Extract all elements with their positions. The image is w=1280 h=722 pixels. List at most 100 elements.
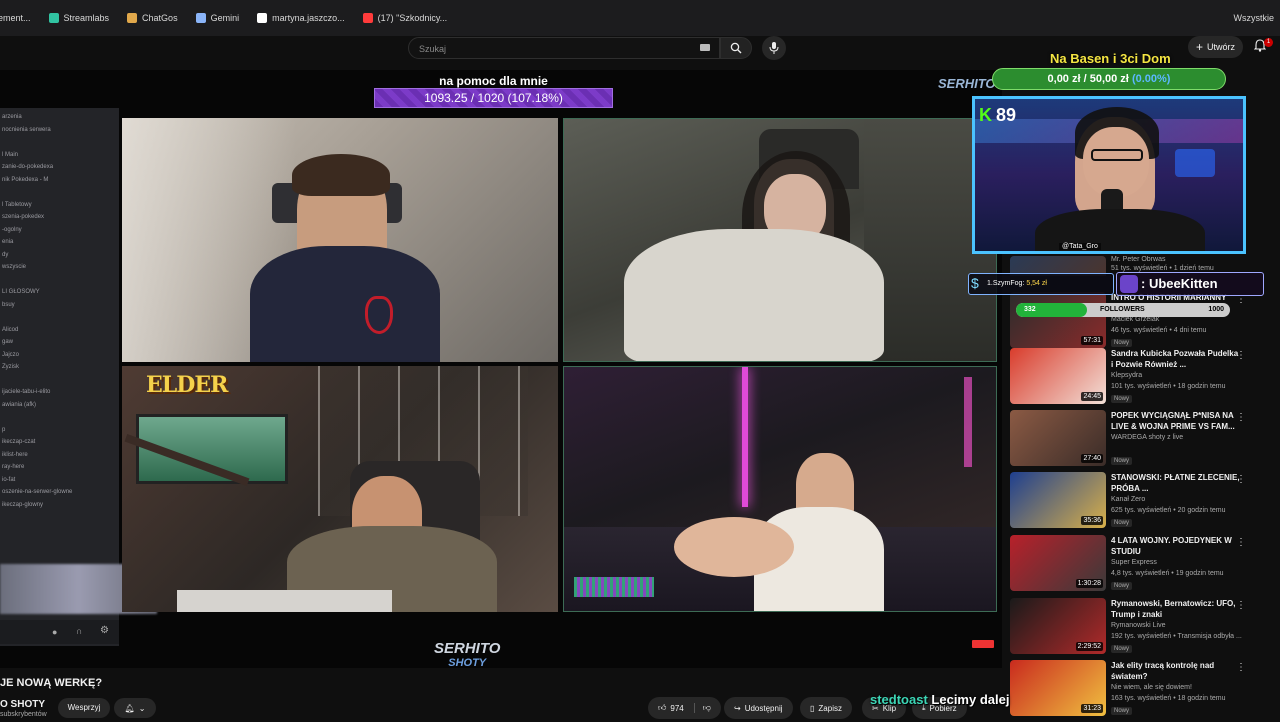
- serhito-shoty-logo: SERHITO SHOTY: [434, 641, 500, 670]
- new-badge: Nowy: [1111, 519, 1133, 527]
- save-button[interactable]: ▯ Zapisz: [800, 697, 852, 719]
- recommendation-item[interactable]: 27:40 POPEK WYCIĄGNĄŁ P*NISA NA LIVE & WO…: [1010, 410, 1272, 472]
- create-button[interactable]: + Utwórz: [1188, 36, 1244, 58]
- duration-badge: 2:29:52: [1075, 642, 1103, 651]
- recommendation-channel: Klepsydra: [1111, 372, 1143, 379]
- plus-icon: +: [1196, 40, 1204, 54]
- microphone-icon: [769, 42, 779, 54]
- recommendation-item[interactable]: 31:23 Jak elity tracą kontrolę nad świate…: [1010, 660, 1272, 722]
- recommendation-meta: 4,8 tys. wyświetleń • 19 godzin temu: [1111, 570, 1224, 577]
- donation-goal-title: Na Basen i 3ci Dom: [1050, 51, 1171, 66]
- bell-icon: 🔔︎: [124, 703, 135, 713]
- discord-channel-item: nocnienia serwera: [2, 126, 51, 133]
- voice-search-button[interactable]: [762, 36, 786, 60]
- more-options-icon[interactable]: ⋮: [1236, 474, 1246, 485]
- discord-channel-item: bsuy: [2, 301, 15, 308]
- recommendation-channel: Nie wiem, ale się dowiem!: [1111, 684, 1192, 691]
- donation-goal-bar: 0,00 zł / 50,00 zł (0.00%): [992, 68, 1226, 90]
- discord-channel-item: Alicod: [2, 326, 19, 333]
- recommendation-title: POPEK WYCIĄGNĄŁ P*NISA NA LIVE & WOJNA P…: [1111, 411, 1235, 431]
- duration-badge: 31:23: [1081, 704, 1103, 713]
- search-button[interactable]: [720, 37, 752, 59]
- share-label: Udostępnij: [744, 703, 783, 713]
- video-thumbnail[interactable]: 27:40: [1010, 410, 1106, 466]
- follower-name: : UbeeKitten: [1141, 276, 1218, 291]
- recommendation-title: 4 LATA WOJNY. POJEDYNEK W STUDIU: [1111, 536, 1232, 556]
- notification-count-badge: 1: [1264, 38, 1273, 47]
- recommendation-title: STANOWSKI: PŁATNE ZLECENIE, PRÓBA ...: [1111, 473, 1240, 493]
- bookmark-label: ChatGos: [142, 13, 178, 23]
- bookmark-item[interactable]: Gemini: [195, 13, 239, 23]
- video-thumbnail[interactable]: 24:45: [1010, 348, 1106, 404]
- settings-gear-icon: ⚙: [100, 625, 109, 636]
- duration-badge: 35:36: [1081, 516, 1103, 525]
- chat-message-overlay: stedtoast Lecimy dalej: [870, 692, 1009, 707]
- video-thumbnail[interactable]: 57:31: [1010, 292, 1106, 348]
- video-thumbnail[interactable]: 1:30:28: [1010, 535, 1106, 591]
- like-count: 974: [670, 703, 684, 713]
- discord-channel-item: l Tabletowy: [2, 201, 32, 208]
- discord-channel-item: szenia-pokedex: [2, 214, 45, 220]
- video-thumbnail[interactable]: 31:23: [1010, 660, 1106, 716]
- recommendation-item[interactable]: 57:31INTRO O HISTORII MARIANNY SCHREIBER…: [1010, 292, 1272, 354]
- bookmark-item[interactable]: ement...: [0, 13, 31, 23]
- flag-icon: [972, 640, 994, 648]
- all-bookmarks-link[interactable]: Wszystkie: [1234, 13, 1275, 23]
- discord-user-panel: ● ∩ ⚙: [0, 620, 119, 644]
- duration-badge: 1:30:28: [1075, 579, 1103, 588]
- discord-channel-item: arzenia: [2, 114, 22, 120]
- glasses: [1091, 149, 1143, 161]
- share-icon: ↪: [734, 703, 741, 713]
- recommendation-item[interactable]: 35:36 STANOWSKI: PŁATNE ZLECENIE, PRÓBA .…: [1010, 472, 1272, 534]
- headphones-icon: ∩: [76, 626, 83, 636]
- video-thumbnail[interactable]: 2:29:52: [1010, 598, 1106, 654]
- bookmark-item[interactable]: ChatGos: [127, 13, 178, 23]
- bookmark-item[interactable]: (17) "Szkodnicy...: [362, 13, 447, 23]
- share-button[interactable]: ↪ Udostępnij: [724, 697, 793, 719]
- duration-badge: 24:45: [1081, 392, 1103, 401]
- chat-message: Lecimy dalej: [931, 692, 1010, 707]
- followers-goal: 1000: [1208, 306, 1224, 313]
- bookmark-label: ement...: [0, 13, 31, 23]
- more-options-icon[interactable]: ⋮: [1236, 600, 1246, 611]
- channel-name[interactable]: O SHOTY: [0, 699, 45, 710]
- tip-user: 1.SzymFog:: [987, 280, 1025, 287]
- discord-channel-item: oszenie-na-serwer-glowne: [2, 489, 73, 495]
- recommendation-title: Sandra Kubicka Pozwała Pudelka i Pozwie …: [1111, 349, 1239, 369]
- more-options-icon[interactable]: ⋮: [1236, 412, 1246, 423]
- search-input[interactable]: Szukaj: [408, 37, 720, 59]
- viewer-count: K 89: [979, 105, 1016, 126]
- recommendation-title: Rymanowski, Bernatowicz: UFO, Trump i zn…: [1111, 599, 1236, 619]
- thumbs-down-icon[interactable]: 👎︎: [693, 703, 711, 713]
- support-button[interactable]: Wesprzyj: [58, 698, 110, 718]
- rgb-keyboard: [574, 577, 654, 597]
- subscription-bell-button[interactable]: 🔔︎ ⌄: [114, 698, 156, 718]
- recommendation-meta: 625 tys. wyświetleń • 20 godzin temu: [1111, 507, 1226, 514]
- more-options-icon[interactable]: ⋮: [1236, 350, 1246, 361]
- discord-channel-item: dy: [2, 251, 9, 258]
- bookmark-item[interactable]: martyna.jaszczo...: [257, 13, 345, 23]
- bookmark-item[interactable]: Streamlabs: [48, 13, 109, 23]
- more-options-icon[interactable]: ⋮: [1236, 537, 1246, 548]
- video-thumbnail[interactable]: 35:36: [1010, 472, 1106, 528]
- recommendation-item[interactable]: 2:29:52 Rymanowski, Bernatowicz: UFO, Tru…: [1010, 598, 1272, 660]
- discord-channel-item: p: [2, 426, 6, 433]
- recommendation-meta: 51 tys. wyświetleń • 1 dzień temu: [1111, 265, 1214, 272]
- bookmark-label: martyna.jaszczo...: [272, 13, 345, 23]
- bookmark-favicon-icon: [48, 13, 59, 23]
- more-options-icon[interactable]: ⋮: [1236, 662, 1246, 673]
- discord-channel-item: awiania (afk): [2, 401, 37, 408]
- keyboard-icon[interactable]: [700, 44, 710, 51]
- create-label: Utwórz: [1207, 42, 1236, 52]
- recommendation-meta: 163 tys. wyświetleń • 18 godzin temu: [1111, 695, 1226, 702]
- like-button[interactable]: 👍︎ 974 👎︎: [648, 697, 721, 719]
- bookmarks-bar: ement... Streamlabs ChatGos Gemini martyna.j…: [0, 0, 1280, 36]
- recommendation-channel: Mr. Peter Obrwas: [1111, 256, 1166, 263]
- bookmark-icon: ▯: [810, 703, 815, 713]
- recommendation-channel: Kanał Zero: [1111, 496, 1146, 503]
- new-badge: Nowy: [1111, 582, 1133, 590]
- recommendation-item[interactable]: 24:45 Sandra Kubicka Pozwała Pudelka i Po…: [1010, 348, 1272, 410]
- recommendation-item[interactable]: 1:30:28 4 LATA WOJNY. POJEDYNEK W STUDIU S…: [1010, 535, 1272, 597]
- discord-channel-item: Zyzisk: [2, 364, 19, 370]
- video-player[interactable]: arzenia nocnienia serwera l Main zanie-do-p…: [0, 70, 1002, 670]
